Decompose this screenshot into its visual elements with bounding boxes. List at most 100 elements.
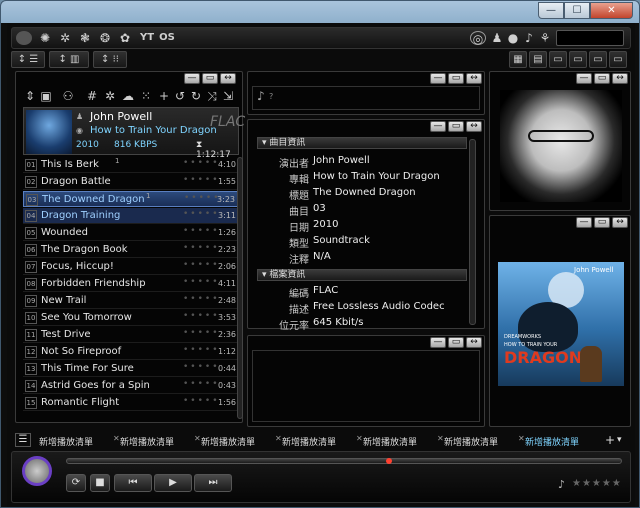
layout-compact-button[interactable]: ↕ ⁝⁝	[93, 51, 127, 68]
restore-panel-button[interactable]: ▭	[448, 121, 464, 132]
playlist-row[interactable]: 06 The Dragon Book ••••• 2:23	[23, 242, 239, 258]
playlist-tab[interactable]: 新增播放清單	[282, 435, 336, 448]
expand-icon[interactable]: ⇲	[221, 89, 235, 103]
stop-button[interactable]: ■	[90, 474, 110, 492]
gear-icon[interactable]: ✲	[58, 31, 72, 45]
logo-disc-icon[interactable]	[22, 456, 52, 486]
track-info-section-header[interactable]: ▾ 曲目資訊	[257, 137, 467, 149]
minimize-panel-button[interactable]: —	[430, 121, 446, 132]
search-icon[interactable]: ◎	[470, 31, 486, 46]
sort-icon[interactable]: ⇕	[23, 89, 37, 103]
restore-panel-button[interactable]: ▭	[202, 73, 218, 84]
swap-panel-button[interactable]: ↔	[466, 121, 482, 132]
page-1-button[interactable]: ▭	[549, 51, 567, 68]
rating-dots[interactable]: •••••	[183, 379, 220, 389]
skin-icon[interactable]: ✿	[118, 31, 132, 45]
playlist-row[interactable]: 12 Not So Fireproof ••••• 1:12	[23, 344, 239, 360]
close-tab-icon[interactable]: ✕	[113, 434, 120, 443]
swap-panel-button[interactable]: ↔	[466, 73, 482, 84]
rating-dots[interactable]: •••••	[183, 243, 220, 253]
close-tab-icon[interactable]: ✕	[356, 434, 363, 443]
minimize-panel-button[interactable]: —	[576, 217, 592, 228]
playlist-tab[interactable]: 新增播放清單	[201, 435, 255, 448]
rating-dots[interactable]: •••••	[183, 226, 220, 236]
previous-button[interactable]: ⏮	[114, 474, 152, 492]
playlist-scrollbar[interactable]	[237, 157, 243, 419]
rating-dots[interactable]: •••••	[183, 294, 220, 304]
shuffle-icon[interactable]: ⤨	[205, 89, 219, 103]
undo-icon[interactable]: ↺	[173, 89, 187, 103]
search-input[interactable]	[556, 30, 624, 46]
playlist-tab[interactable]: 新增播放清單	[444, 435, 498, 448]
page-2-button[interactable]: ▭	[569, 51, 587, 68]
menu-orb-icon[interactable]	[16, 31, 32, 45]
record-icon[interactable]: ●	[506, 31, 520, 45]
close-tab-icon[interactable]: ✕	[194, 434, 201, 443]
playlist-row[interactable]: 01 This Is Berk 1 ••••• 4:10	[23, 157, 239, 173]
seek-bar[interactable]	[66, 458, 622, 464]
rating-dots[interactable]: •••••	[183, 175, 220, 185]
playlist-row[interactable]: 04 Dragon Training ••••• 3:11	[23, 208, 239, 224]
playlist-tab[interactable]: 新增播放清單	[39, 435, 93, 448]
playlist-row[interactable]: 08 Forbidden Friendship ••••• 4:11	[23, 276, 239, 292]
playlist-row[interactable]: 05 Wounded ••••• 1:26	[23, 225, 239, 241]
layout-bars-button[interactable]: ↕ ▥	[49, 51, 89, 68]
close-tab-icon[interactable]: ✕	[437, 434, 444, 443]
restore-panel-button[interactable]: ▭	[448, 73, 464, 84]
rating-dots[interactable]: •••••	[183, 277, 220, 287]
share-icon[interactable]: ⚘	[538, 31, 552, 45]
minimize-panel-button[interactable]: —	[430, 73, 446, 84]
disk-button[interactable]: ▤	[529, 51, 547, 68]
close-tab-icon[interactable]: ✕	[275, 434, 282, 443]
rating-dots[interactable]: •••••	[183, 396, 220, 406]
hash-icon[interactable]: #	[85, 89, 99, 103]
youtube-button[interactable]: YT	[138, 31, 156, 45]
layout-list-button[interactable]: ↕ ☰	[11, 51, 45, 68]
playlist-row[interactable]: 09 New Trail ••••• 2:48	[23, 293, 239, 309]
add-tab-icon[interactable]: +	[605, 433, 615, 447]
settings-icon[interactable]: ✺	[38, 31, 52, 45]
rating-dots[interactable]: •••••	[183, 328, 220, 338]
equalizer-icon[interactable]: ❂	[98, 31, 112, 45]
page-3-button[interactable]: ▭	[589, 51, 607, 68]
file-info-section-header[interactable]: ▾ 檔案資訊	[257, 269, 467, 281]
playlist-row[interactable]: 03 The Downed Dragon 1 ••••• 3:23	[23, 191, 239, 207]
close-tab-icon[interactable]: ✕	[518, 434, 525, 443]
seek-thumb[interactable]	[386, 458, 392, 464]
tabs-menu-icon[interactable]: ☰	[15, 433, 31, 447]
rating-dots[interactable]: •••••	[183, 260, 220, 270]
next-button[interactable]: ⏭	[194, 474, 232, 492]
music-icon[interactable]: ♪	[522, 31, 536, 45]
close-button[interactable]: ✕	[590, 2, 633, 19]
os-button[interactable]: OS	[158, 31, 176, 45]
playlist-tab[interactable]: 新增播放清單	[525, 435, 579, 448]
dragon-icon[interactable]: ⚇	[57, 89, 79, 103]
restore-panel-button[interactable]: ▭	[594, 73, 610, 84]
album-icon[interactable]: ▣	[39, 89, 53, 103]
swap-panel-button[interactable]: ↔	[220, 73, 236, 84]
playlist-row[interactable]: 02 Dragon Battle ••••• 1:55	[23, 174, 239, 190]
minimize-panel-button[interactable]: —	[184, 73, 200, 84]
restore-panel-button[interactable]: ▭	[448, 337, 464, 348]
playlist-tab[interactable]: 新增播放清單	[120, 435, 174, 448]
swap-panel-button[interactable]: ↔	[466, 337, 482, 348]
redo-icon[interactable]: ↻	[189, 89, 203, 103]
user-icon[interactable]: ♟	[490, 31, 504, 45]
minimize-button[interactable]: —	[538, 2, 564, 19]
playlist-row[interactable]: 14 Astrid Goes for a Spin ••••• 0:43	[23, 378, 239, 394]
tabs-dropdown-icon[interactable]: ▾	[617, 435, 622, 445]
rating-dots[interactable]: •••••	[183, 209, 220, 219]
swap-panel-button[interactable]: ↔	[612, 217, 628, 228]
grid-view-button[interactable]: ▦	[509, 51, 527, 68]
gear-icon[interactable]: ✲	[103, 89, 117, 103]
play-button[interactable]: ▶	[154, 474, 192, 492]
effects-icon[interactable]: ❃	[78, 31, 92, 45]
rating-dots[interactable]: •••••	[184, 193, 221, 203]
repeat-button[interactable]: ⟳	[66, 474, 86, 492]
rating-stars[interactable]: ★★★★★	[572, 478, 622, 489]
playlist-row[interactable]: 07 Focus, Hiccup! ••••• 2:06	[23, 259, 239, 275]
playlist-tab[interactable]: 新增播放清單	[363, 435, 417, 448]
rating-dots[interactable]: •••••	[183, 158, 220, 168]
playlist-row[interactable]: 13 This Time For Sure ••••• 0:44	[23, 361, 239, 377]
maximize-button[interactable]: ☐	[564, 2, 590, 19]
